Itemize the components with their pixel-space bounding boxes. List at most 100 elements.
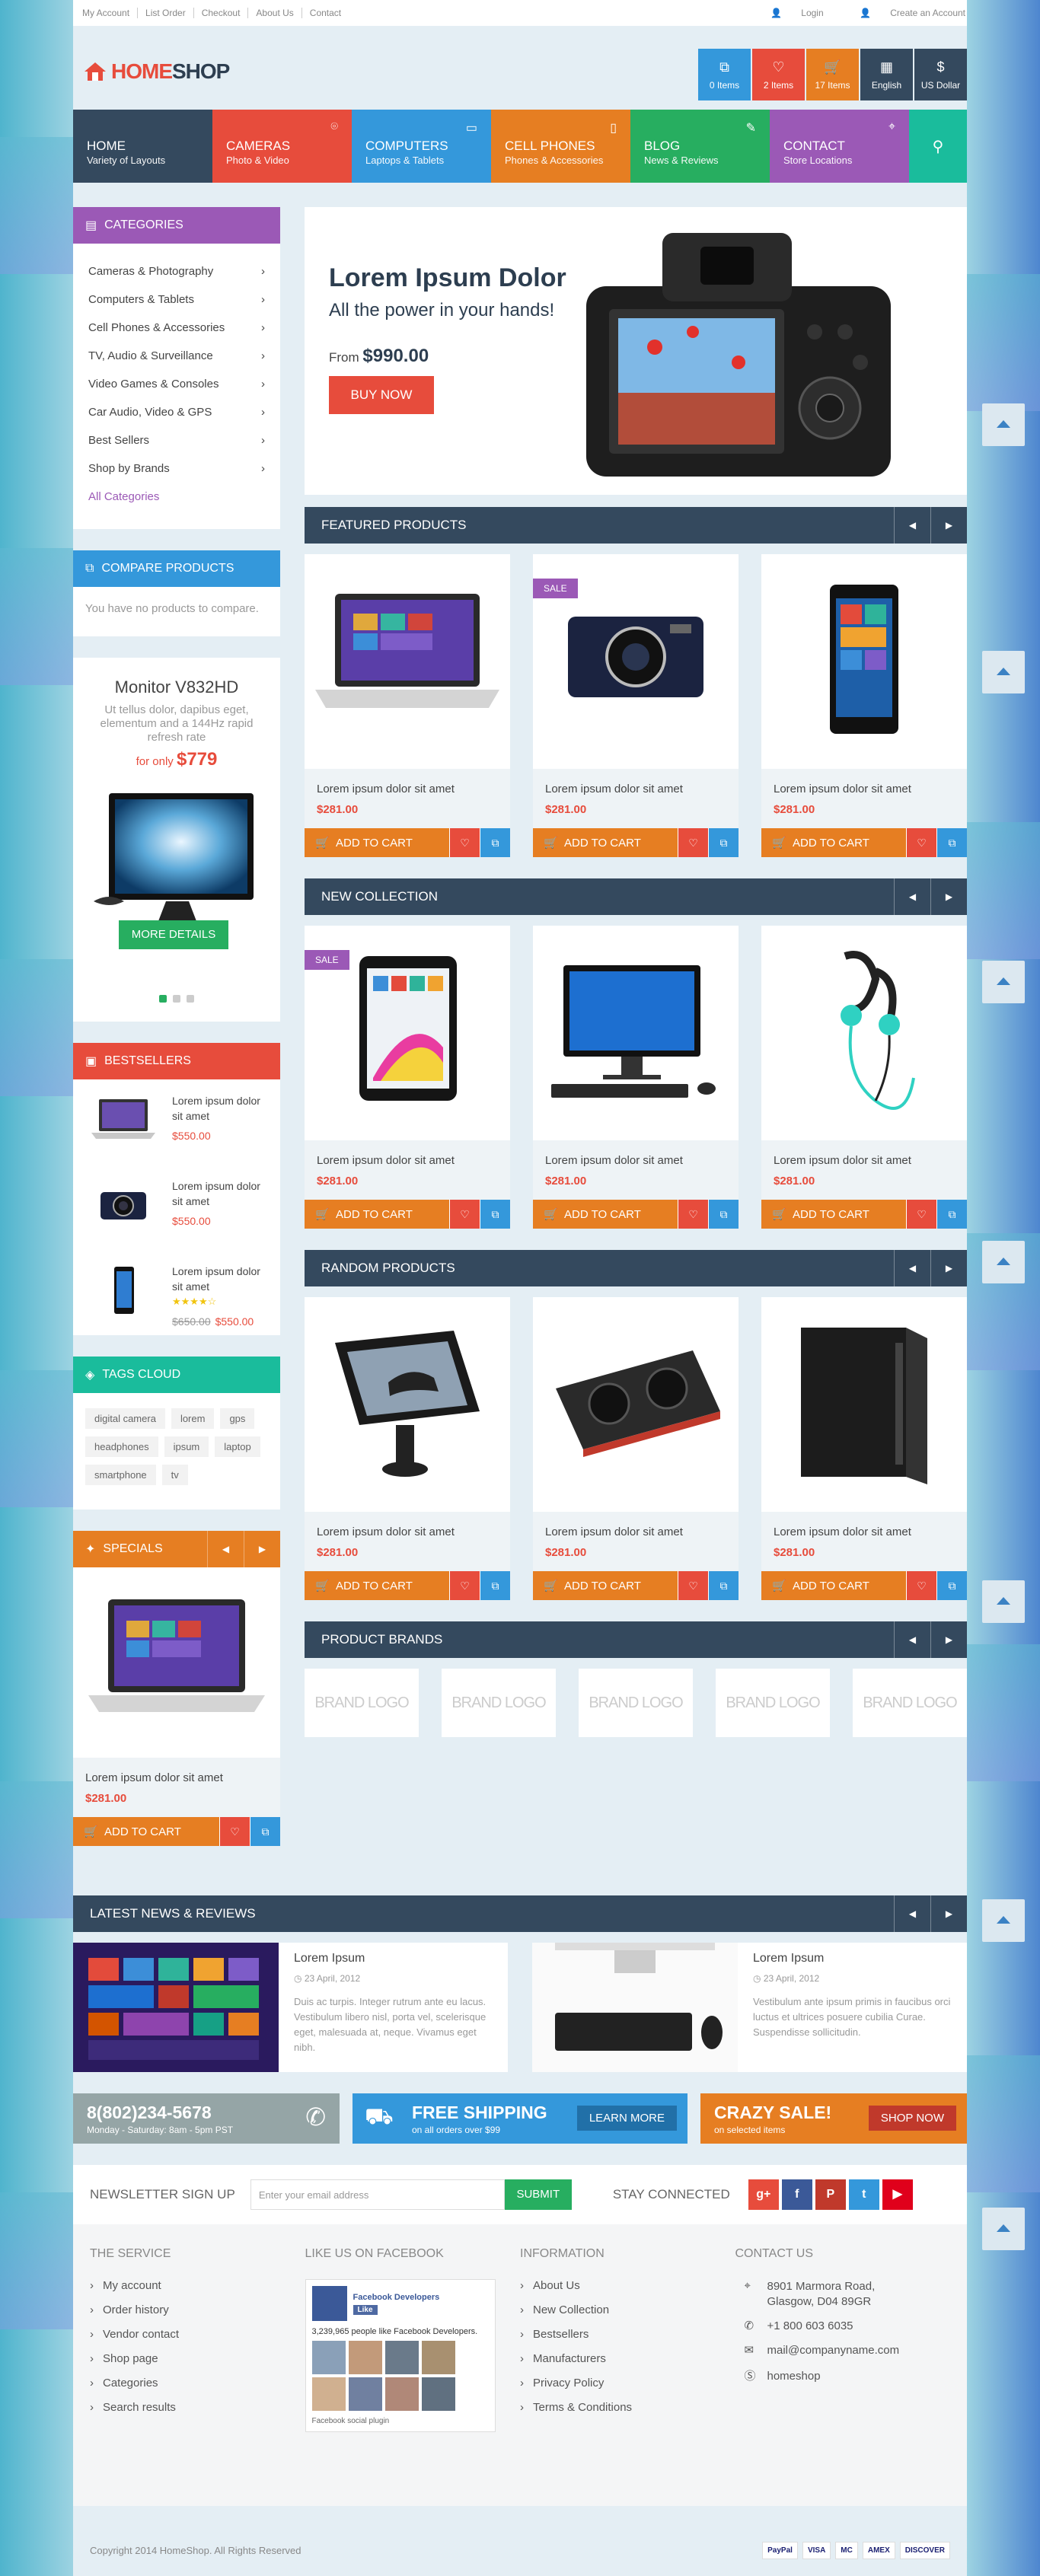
wishlist-icon[interactable]: ♡ bbox=[678, 828, 708, 857]
carousel-dot[interactable] bbox=[173, 995, 180, 1003]
prev-arrow-icon[interactable]: ◀ bbox=[894, 507, 930, 544]
footer-link[interactable]: Bestsellers bbox=[520, 2328, 735, 2352]
checkout-link[interactable]: Checkout bbox=[193, 8, 249, 18]
wishlist-icon[interactable]: ♡ bbox=[678, 1571, 708, 1600]
shop-now-button[interactable]: SHOP NOW bbox=[868, 2106, 956, 2131]
nav-cameras[interactable]: ⌾ CAMERAS Photo & Video bbox=[212, 110, 352, 183]
tag-item[interactable]: gps bbox=[220, 1408, 255, 1429]
add-to-cart-button[interactable]: 🛒 ADD TO CART bbox=[533, 1571, 678, 1600]
twitter-icon[interactable]: t bbox=[848, 2179, 879, 2210]
wishlist-icon[interactable]: ♡ bbox=[678, 1200, 708, 1229]
tag-item[interactable]: smartphone bbox=[85, 1465, 156, 1485]
wishlist-icon[interactable]: ♡ bbox=[906, 1200, 936, 1229]
category-item[interactable]: Computers & Tablets › bbox=[88, 285, 265, 314]
product-card[interactable]: SALE Lorem ipsum dolor sit amet $281.00 🛒… bbox=[533, 554, 739, 857]
back-to-top-button[interactable] bbox=[982, 1580, 1025, 1623]
product-card[interactable]: SALE Lorem ipsum dolor sit amet $281.00 🛒… bbox=[305, 926, 510, 1229]
bestseller-item[interactable]: Lorem ipsum dolor sit amet $550.00 bbox=[73, 1079, 280, 1165]
category-item[interactable]: Shop by Brands › bbox=[88, 454, 265, 483]
category-item[interactable]: Car Audio, Video & GPS › bbox=[88, 398, 265, 426]
facebook-icon[interactable]: f bbox=[781, 2179, 812, 2210]
currency-button[interactable]: $ US Dollar bbox=[914, 49, 967, 100]
wishlist-icon[interactable]: ♡ bbox=[219, 1817, 250, 1846]
back-to-top-button[interactable] bbox=[982, 961, 1025, 1003]
compare-icon[interactable]: ⧉ bbox=[480, 1571, 510, 1600]
tag-item[interactable]: tv bbox=[161, 1465, 188, 1485]
prev-arrow-icon[interactable]: ◀ bbox=[894, 1895, 930, 1932]
carousel-dot[interactable] bbox=[159, 995, 167, 1003]
add-to-cart-button[interactable]: 🛒 ADD TO CART bbox=[305, 1571, 449, 1600]
compare-icon[interactable]: ⧉ bbox=[936, 1571, 967, 1600]
next-arrow-icon[interactable]: ▶ bbox=[244, 1531, 280, 1567]
product-card[interactable]: Lorem ipsum dolor sit amet $281.00 🛒 ADD … bbox=[533, 1297, 739, 1600]
footer-link[interactable]: About Us bbox=[520, 2279, 735, 2303]
wishlist-icon[interactable]: ♡ bbox=[906, 828, 936, 857]
learn-more-button[interactable]: LEARN MORE bbox=[576, 2106, 677, 2131]
footer-link[interactable]: New Collection bbox=[520, 2303, 735, 2328]
wishlist-icon[interactable]: ♡ bbox=[449, 1571, 480, 1600]
youtube-icon[interactable]: ▶ bbox=[882, 2179, 913, 2210]
news-item[interactable]: Lorem Ipsum ◷ 23 April, 2012 Duis ac turpi… bbox=[73, 1943, 508, 2072]
tag-item[interactable]: lorem bbox=[171, 1408, 215, 1429]
news-item[interactable]: Lorem Ipsum ◷ 23 April, 2012 Vestibulum an… bbox=[532, 1943, 967, 2072]
back-to-top-button[interactable] bbox=[982, 403, 1025, 446]
pinterest-icon[interactable]: P bbox=[815, 2179, 846, 2210]
compare-icon[interactable]: ⧉ bbox=[708, 1571, 739, 1600]
buy-now-button[interactable]: BUY NOW bbox=[329, 376, 434, 414]
login-link[interactable]: 👤 Login bbox=[754, 8, 824, 18]
footer-link[interactable]: Manufacturers bbox=[520, 2352, 735, 2377]
brand-logo[interactable]: BRAND LOGO bbox=[853, 1669, 967, 1737]
add-to-cart-button[interactable]: 🛒 ADD TO CART bbox=[305, 1200, 449, 1229]
footer-link[interactable]: Privacy Policy bbox=[520, 2377, 735, 2401]
compare-icon[interactable]: ⧉ bbox=[936, 1200, 967, 1229]
submit-button[interactable]: SUBMIT bbox=[504, 2179, 572, 2210]
prev-arrow-icon[interactable]: ◀ bbox=[207, 1531, 244, 1567]
prev-arrow-icon[interactable]: ◀ bbox=[894, 1250, 930, 1286]
compare-icon[interactable]: ⧉ bbox=[480, 1200, 510, 1229]
about-us-link[interactable]: About Us bbox=[248, 8, 302, 18]
compare-icon[interactable]: ⧉ bbox=[250, 1817, 280, 1846]
add-to-cart-button[interactable]: 🛒 ADD TO CART bbox=[533, 1200, 678, 1229]
my-account-link[interactable]: My Account bbox=[75, 8, 139, 18]
compare-icon[interactable]: ⧉ bbox=[480, 828, 510, 857]
category-item[interactable]: Best Sellers › bbox=[88, 426, 265, 454]
add-to-cart-button[interactable]: 🛒 ADD TO CART bbox=[305, 828, 449, 857]
tag-item[interactable]: ipsum bbox=[164, 1436, 209, 1457]
tag-item[interactable]: headphones bbox=[85, 1436, 158, 1457]
add-to-cart-button[interactable]: 🛒 ADD TO CART bbox=[761, 1571, 906, 1600]
category-item[interactable]: Cameras & Photography › bbox=[88, 257, 265, 285]
footer-link[interactable]: Search results bbox=[90, 2401, 305, 2425]
product-card[interactable]: Lorem ipsum dolor sit amet $281.00 🛒 ADD … bbox=[305, 1297, 510, 1600]
back-to-top-button[interactable] bbox=[982, 2208, 1025, 2250]
category-item[interactable]: TV, Audio & Surveillance › bbox=[88, 342, 265, 370]
footer-link[interactable]: My account bbox=[90, 2279, 305, 2303]
email-link[interactable]: mail@companyname.com bbox=[767, 2344, 900, 2357]
footer-link[interactable]: Shop page bbox=[90, 2352, 305, 2377]
tag-item[interactable]: laptop bbox=[215, 1436, 260, 1457]
facebook-like-button[interactable]: Like bbox=[353, 2304, 378, 2315]
search-button[interactable]: ⚲ bbox=[909, 110, 967, 183]
next-arrow-icon[interactable]: ▶ bbox=[930, 1250, 967, 1286]
google-plus-icon[interactable]: g+ bbox=[748, 2179, 779, 2210]
back-to-top-button[interactable] bbox=[982, 1899, 1025, 1942]
footer-link[interactable]: Categories bbox=[90, 2377, 305, 2401]
next-arrow-icon[interactable]: ▶ bbox=[930, 878, 967, 915]
back-to-top-button[interactable] bbox=[982, 651, 1025, 693]
add-to-cart-button[interactable]: 🛒 ADD TO CART bbox=[533, 828, 678, 857]
nav-computers[interactable]: ▭ COMPUTERS Laptops & Tablets bbox=[352, 110, 491, 183]
all-categories-link[interactable]: All Categories bbox=[88, 483, 265, 511]
tag-item[interactable]: digital camera bbox=[85, 1408, 165, 1429]
back-to-top-button[interactable] bbox=[982, 1241, 1025, 1283]
add-to-cart-button[interactable]: 🛒 ADD TO CART bbox=[761, 828, 906, 857]
contact-link[interactable]: Contact bbox=[302, 8, 349, 18]
bestseller-item[interactable]: Lorem ipsum dolor sit amet $550.00 bbox=[73, 1165, 280, 1250]
brand-logo[interactable]: BRAND LOGO bbox=[716, 1669, 830, 1737]
product-card[interactable]: Lorem ipsum dolor sit amet $281.00 🛒 ADD … bbox=[761, 1297, 967, 1600]
wishlist-icon[interactable]: ♡ bbox=[449, 1200, 480, 1229]
compare-icon[interactable]: ⧉ bbox=[708, 1200, 739, 1229]
product-card[interactable]: Lorem ipsum dolor sit amet $281.00 🛒 ADD … bbox=[305, 554, 510, 857]
brand-logo[interactable]: BRAND LOGO bbox=[579, 1669, 693, 1737]
compare-button[interactable]: ⧉ 0 Items bbox=[698, 49, 751, 100]
skype-link[interactable]: homeshop bbox=[767, 2370, 821, 2383]
wishlist-icon[interactable]: ♡ bbox=[906, 1571, 936, 1600]
